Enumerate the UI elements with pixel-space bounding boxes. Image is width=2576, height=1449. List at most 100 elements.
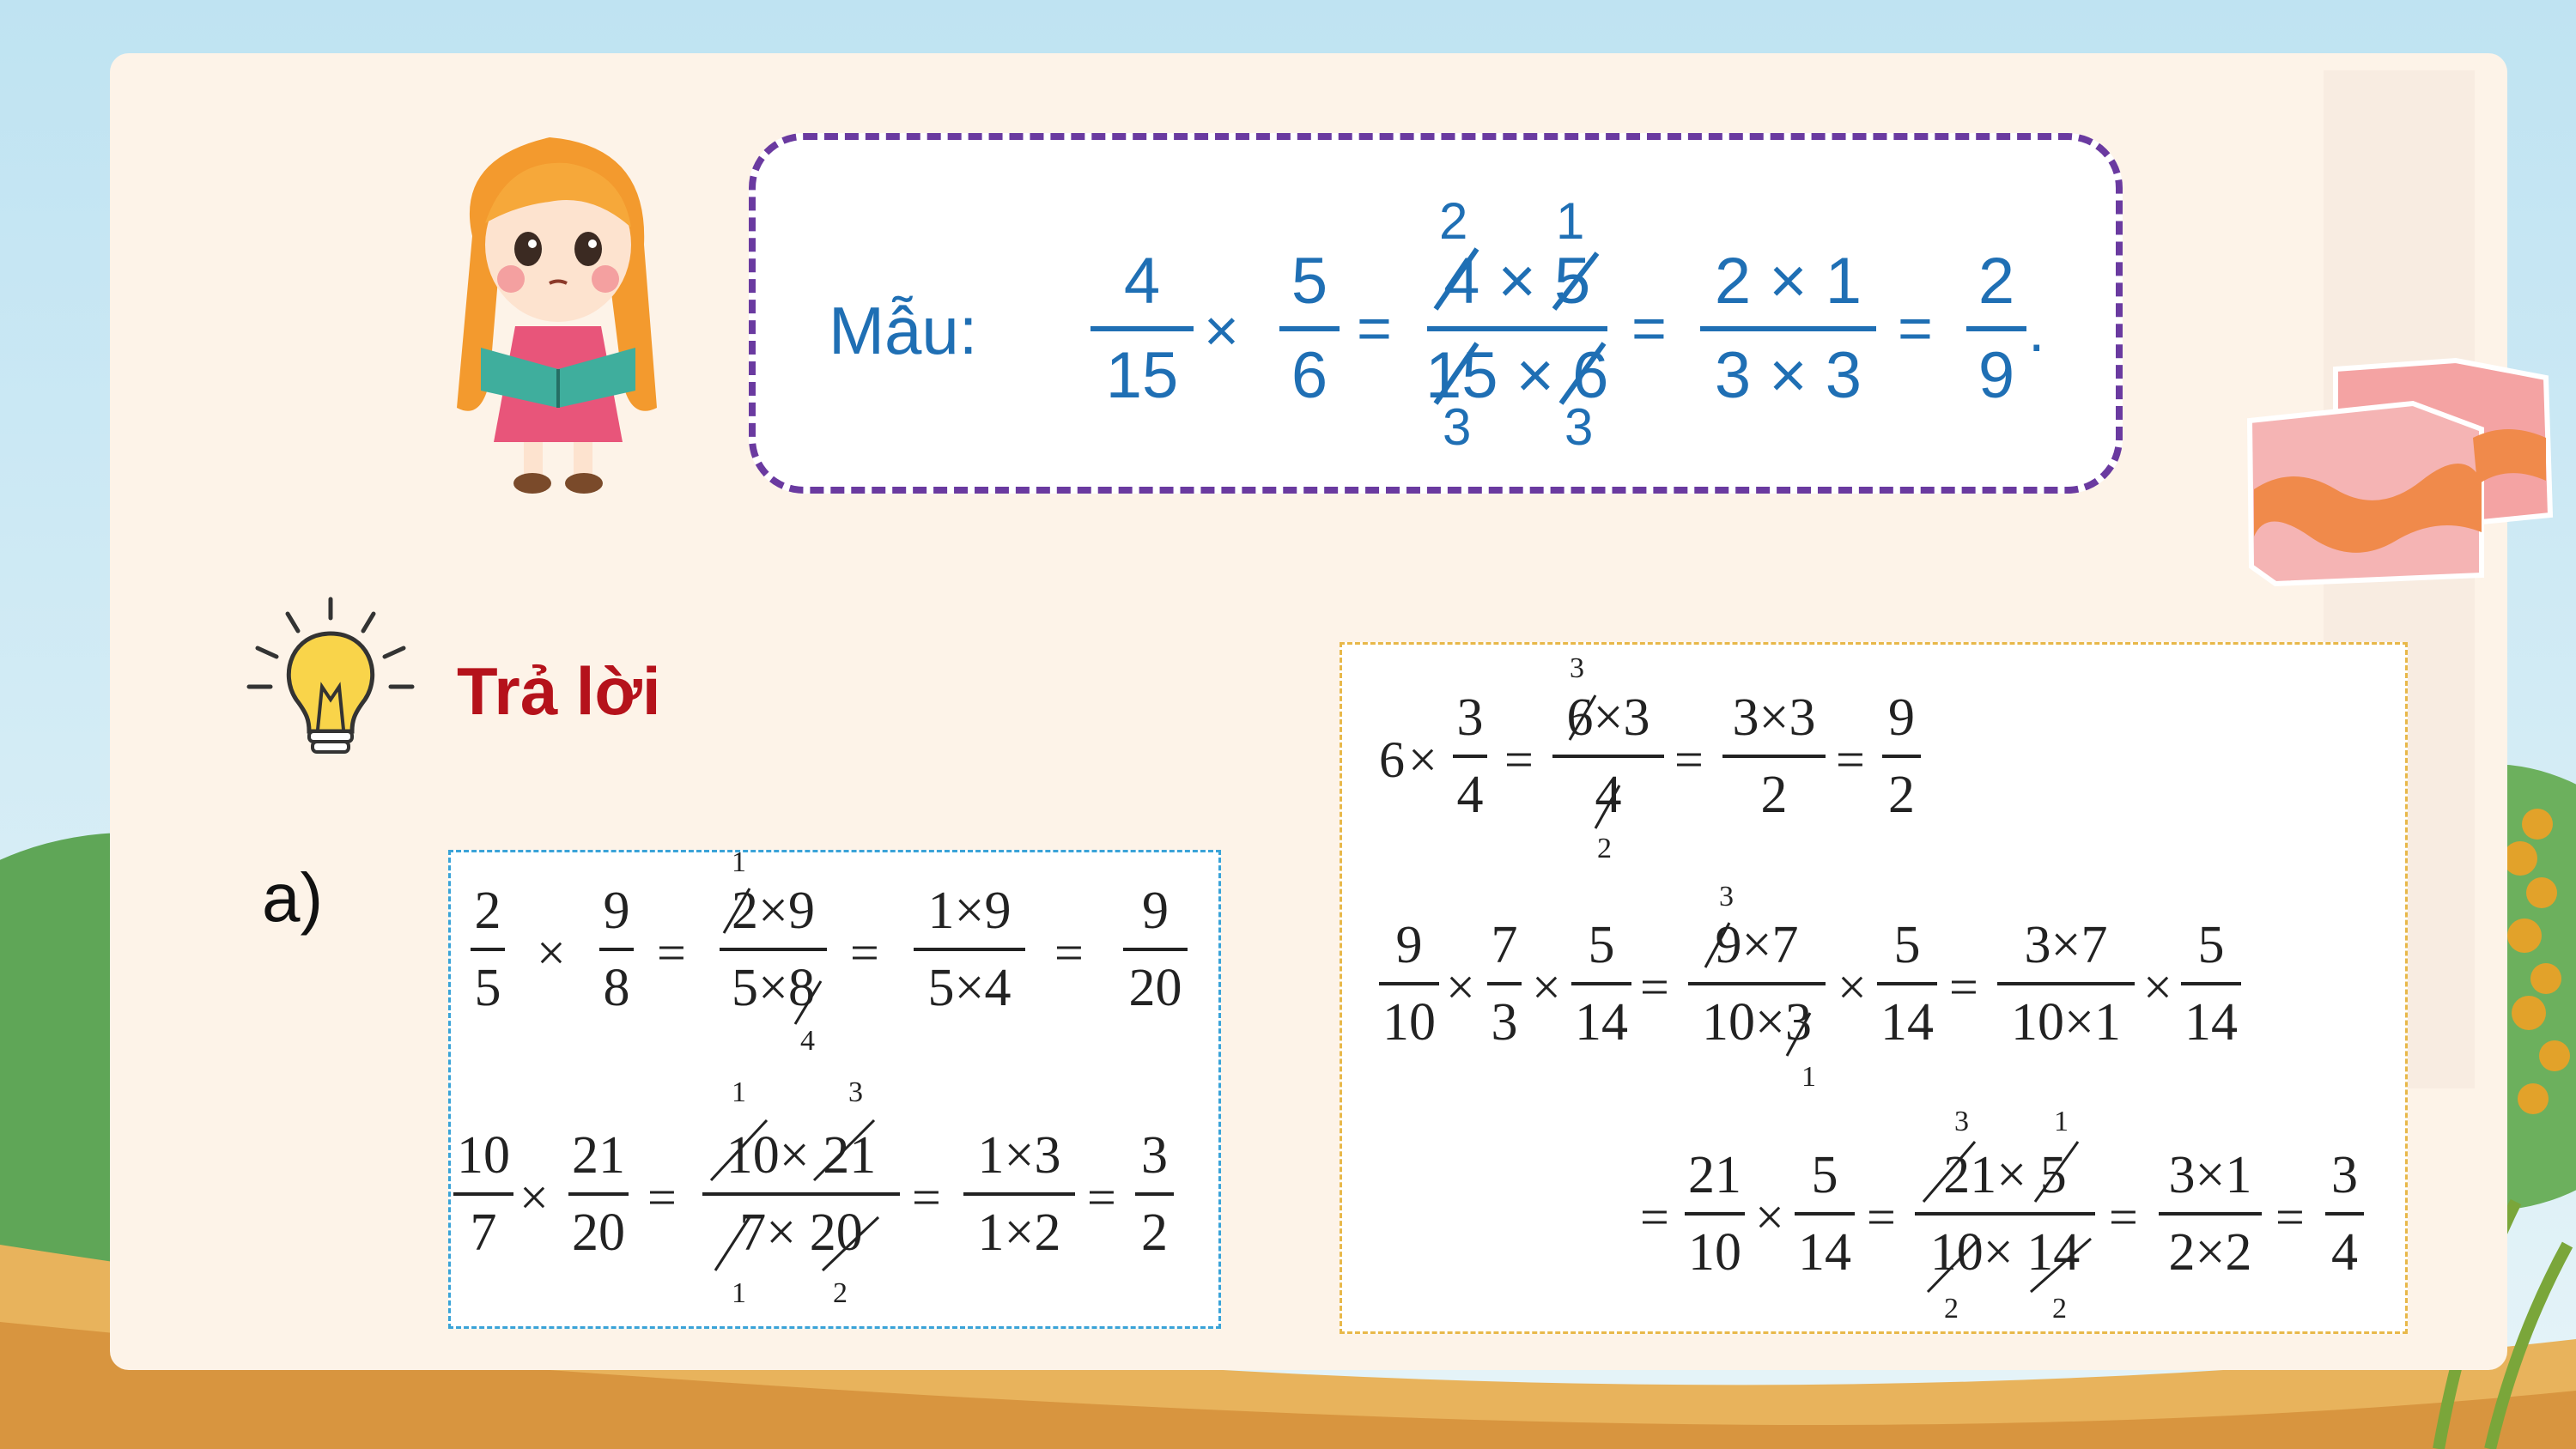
fraction: 1×9 5×4	[914, 884, 1025, 1015]
denominator: 6	[1291, 339, 1328, 412]
cancel-note: 1	[732, 1076, 746, 1108]
denominator: 2	[1888, 766, 1915, 824]
equals-sign: =	[850, 925, 879, 981]
fraction-bar	[1722, 755, 1826, 758]
fraction-bar	[471, 948, 505, 951]
equals-sign: =	[912, 1169, 941, 1226]
equals-sign: =	[1898, 294, 1933, 361]
cancel-note: 2	[1597, 833, 1612, 864]
denominator: 3 × 3	[1714, 339, 1862, 412]
denominator: 10	[1688, 1223, 1741, 1282]
fraction: 2 5	[471, 884, 505, 1015]
denominator: 20	[572, 1203, 625, 1262]
denominator: 1×2	[977, 1203, 1061, 1262]
cancel-strokes	[1922, 1141, 2092, 1294]
denominator: 2	[1141, 1203, 1168, 1262]
cancel-note: 2	[1439, 192, 1468, 250]
fraction-bar	[1453, 755, 1487, 758]
fraction: 5 14	[1795, 1149, 1855, 1279]
numerator: 5	[1588, 916, 1615, 974]
numerator: 9	[1142, 882, 1169, 940]
numerator: 21	[572, 1126, 625, 1185]
numerator: 1×9	[927, 882, 1012, 940]
period: .	[2028, 297, 2045, 364]
fraction-bar	[1877, 982, 1937, 985]
numerator: 5	[2197, 916, 2225, 974]
denominator: 9	[1978, 339, 2015, 412]
denominator: 3	[1491, 993, 1518, 1052]
equals-sign: =	[657, 925, 686, 981]
denominator: 5	[474, 959, 501, 1017]
numerator: 2	[1978, 245, 2015, 318]
fraction: 10 7	[453, 1129, 513, 1259]
fraction: 5 14	[1877, 919, 1937, 1049]
denominator: 10	[1382, 993, 1436, 1052]
cancel-note: 3	[1570, 652, 1584, 684]
sample-fraction-5: 2 9	[1966, 249, 2026, 409]
denominator: 15	[1105, 339, 1179, 412]
fraction: 7 3	[1487, 919, 1522, 1049]
denominator: 2	[1760, 766, 1788, 824]
fraction: 3 4	[2325, 1149, 2364, 1279]
answer-title: Trả lời	[457, 653, 661, 729]
equals-sign: =	[1087, 1169, 1116, 1226]
cancel-note: 2	[1944, 1293, 1959, 1325]
fraction-bar	[1882, 755, 1921, 758]
fraction: 21 20	[568, 1129, 629, 1259]
cancel-strokes	[722, 888, 823, 1025]
sample-label: Mẫu:	[829, 293, 978, 368]
fraction: 3 2	[1135, 1129, 1174, 1259]
times-sign: ×	[1755, 1189, 1784, 1246]
fraction-bar	[568, 1192, 629, 1196]
numerator: 3×1	[2168, 1146, 2252, 1204]
cancel-note: 3	[1719, 881, 1734, 912]
cancel-note: 4	[800, 1025, 815, 1057]
times-sign: ×	[1446, 959, 1475, 1016]
equals-sign: =	[1054, 925, 1084, 981]
equals-sign: =	[1631, 294, 1667, 361]
denominator: 2×2	[2168, 1223, 2252, 1282]
numerator: 5	[1291, 245, 1328, 318]
times-sign: ×	[1532, 959, 1561, 1016]
times-sign: ×	[537, 925, 566, 981]
denominator: 5×4	[927, 959, 1012, 1017]
girl-reading-illustration	[457, 137, 657, 494]
fraction-bar	[1795, 1212, 1855, 1216]
numerator: 9	[1888, 688, 1915, 747]
lightbulb-icon	[246, 597, 415, 754]
sample-fraction-1: 4 15	[1091, 249, 1194, 409]
part-label: a)	[262, 859, 324, 936]
cancel-strokes	[709, 1119, 880, 1272]
times-sign: ×	[1838, 959, 1867, 1016]
fraction: 3×7 10×1	[1997, 919, 2135, 1049]
numerator: 2 × 1	[1714, 245, 1862, 318]
cancel-note: 2	[2052, 1293, 2067, 1325]
cancel-note: 1	[1801, 1061, 1816, 1093]
fraction: 9 20	[1123, 884, 1188, 1015]
times-sign: ×	[519, 1169, 549, 1226]
cancel-strokes	[1433, 247, 1607, 405]
denominator: 4	[2331, 1223, 2358, 1282]
denominator: 14	[2184, 993, 2238, 1052]
fraction: 9 10	[1379, 919, 1439, 1049]
fraction: 9 2	[1882, 691, 1921, 822]
numerator: 3	[1456, 688, 1484, 747]
times-sign: ×	[2143, 959, 2172, 1016]
whole-number: 6	[1379, 731, 1405, 788]
equals-sign: =	[2275, 1189, 2305, 1246]
cancel-note: 1	[1556, 192, 1585, 250]
sample-fraction-4: 2 × 1 3 × 3	[1700, 249, 1876, 409]
denominator: 14	[1798, 1223, 1851, 1282]
fraction-bar	[963, 1192, 1075, 1196]
fraction-bar	[914, 948, 1025, 951]
fraction: 3 4	[1453, 691, 1487, 822]
numerator: 1×3	[977, 1126, 1061, 1185]
fraction-bar	[1123, 948, 1188, 951]
cancel-note: 1	[732, 1277, 746, 1309]
fraction-bar	[1685, 1212, 1745, 1216]
fraction-bar	[2325, 1212, 2364, 1216]
numerator: 21	[1688, 1146, 1741, 1204]
fraction-bar	[2181, 982, 2241, 985]
fraction-bar	[1091, 326, 1194, 331]
fraction-bar	[1571, 982, 1631, 985]
